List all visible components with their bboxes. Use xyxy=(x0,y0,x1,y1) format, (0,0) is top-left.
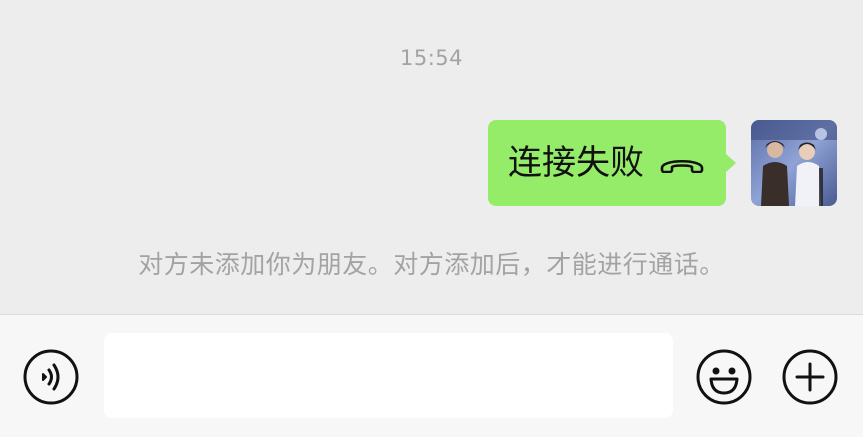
emoji-button[interactable] xyxy=(696,349,752,405)
outgoing-message-row: 连接失败 xyxy=(488,120,837,206)
hangup-icon xyxy=(660,159,704,173)
emoji-icon xyxy=(696,349,752,405)
avatar-image xyxy=(751,120,837,206)
voice-button[interactable] xyxy=(23,349,79,405)
call-status-bubble[interactable]: 连接失败 xyxy=(488,120,736,206)
call-status-text: 连接失败 xyxy=(508,143,644,183)
plus-icon xyxy=(782,349,838,405)
more-button[interactable] xyxy=(782,349,838,405)
message-input[interactable] xyxy=(104,333,673,418)
avatar[interactable] xyxy=(751,120,837,206)
chat-area: 15:54 连接失败 对方未添加你为朋友。对方添加后，才能进行通话。 xyxy=(0,0,863,314)
system-notice: 对方未添加你为朋友。对方添加后，才能进行通话。 xyxy=(138,250,725,279)
voice-icon xyxy=(23,349,79,405)
input-bar xyxy=(0,314,863,437)
message-timestamp: 15:54 xyxy=(399,46,464,70)
